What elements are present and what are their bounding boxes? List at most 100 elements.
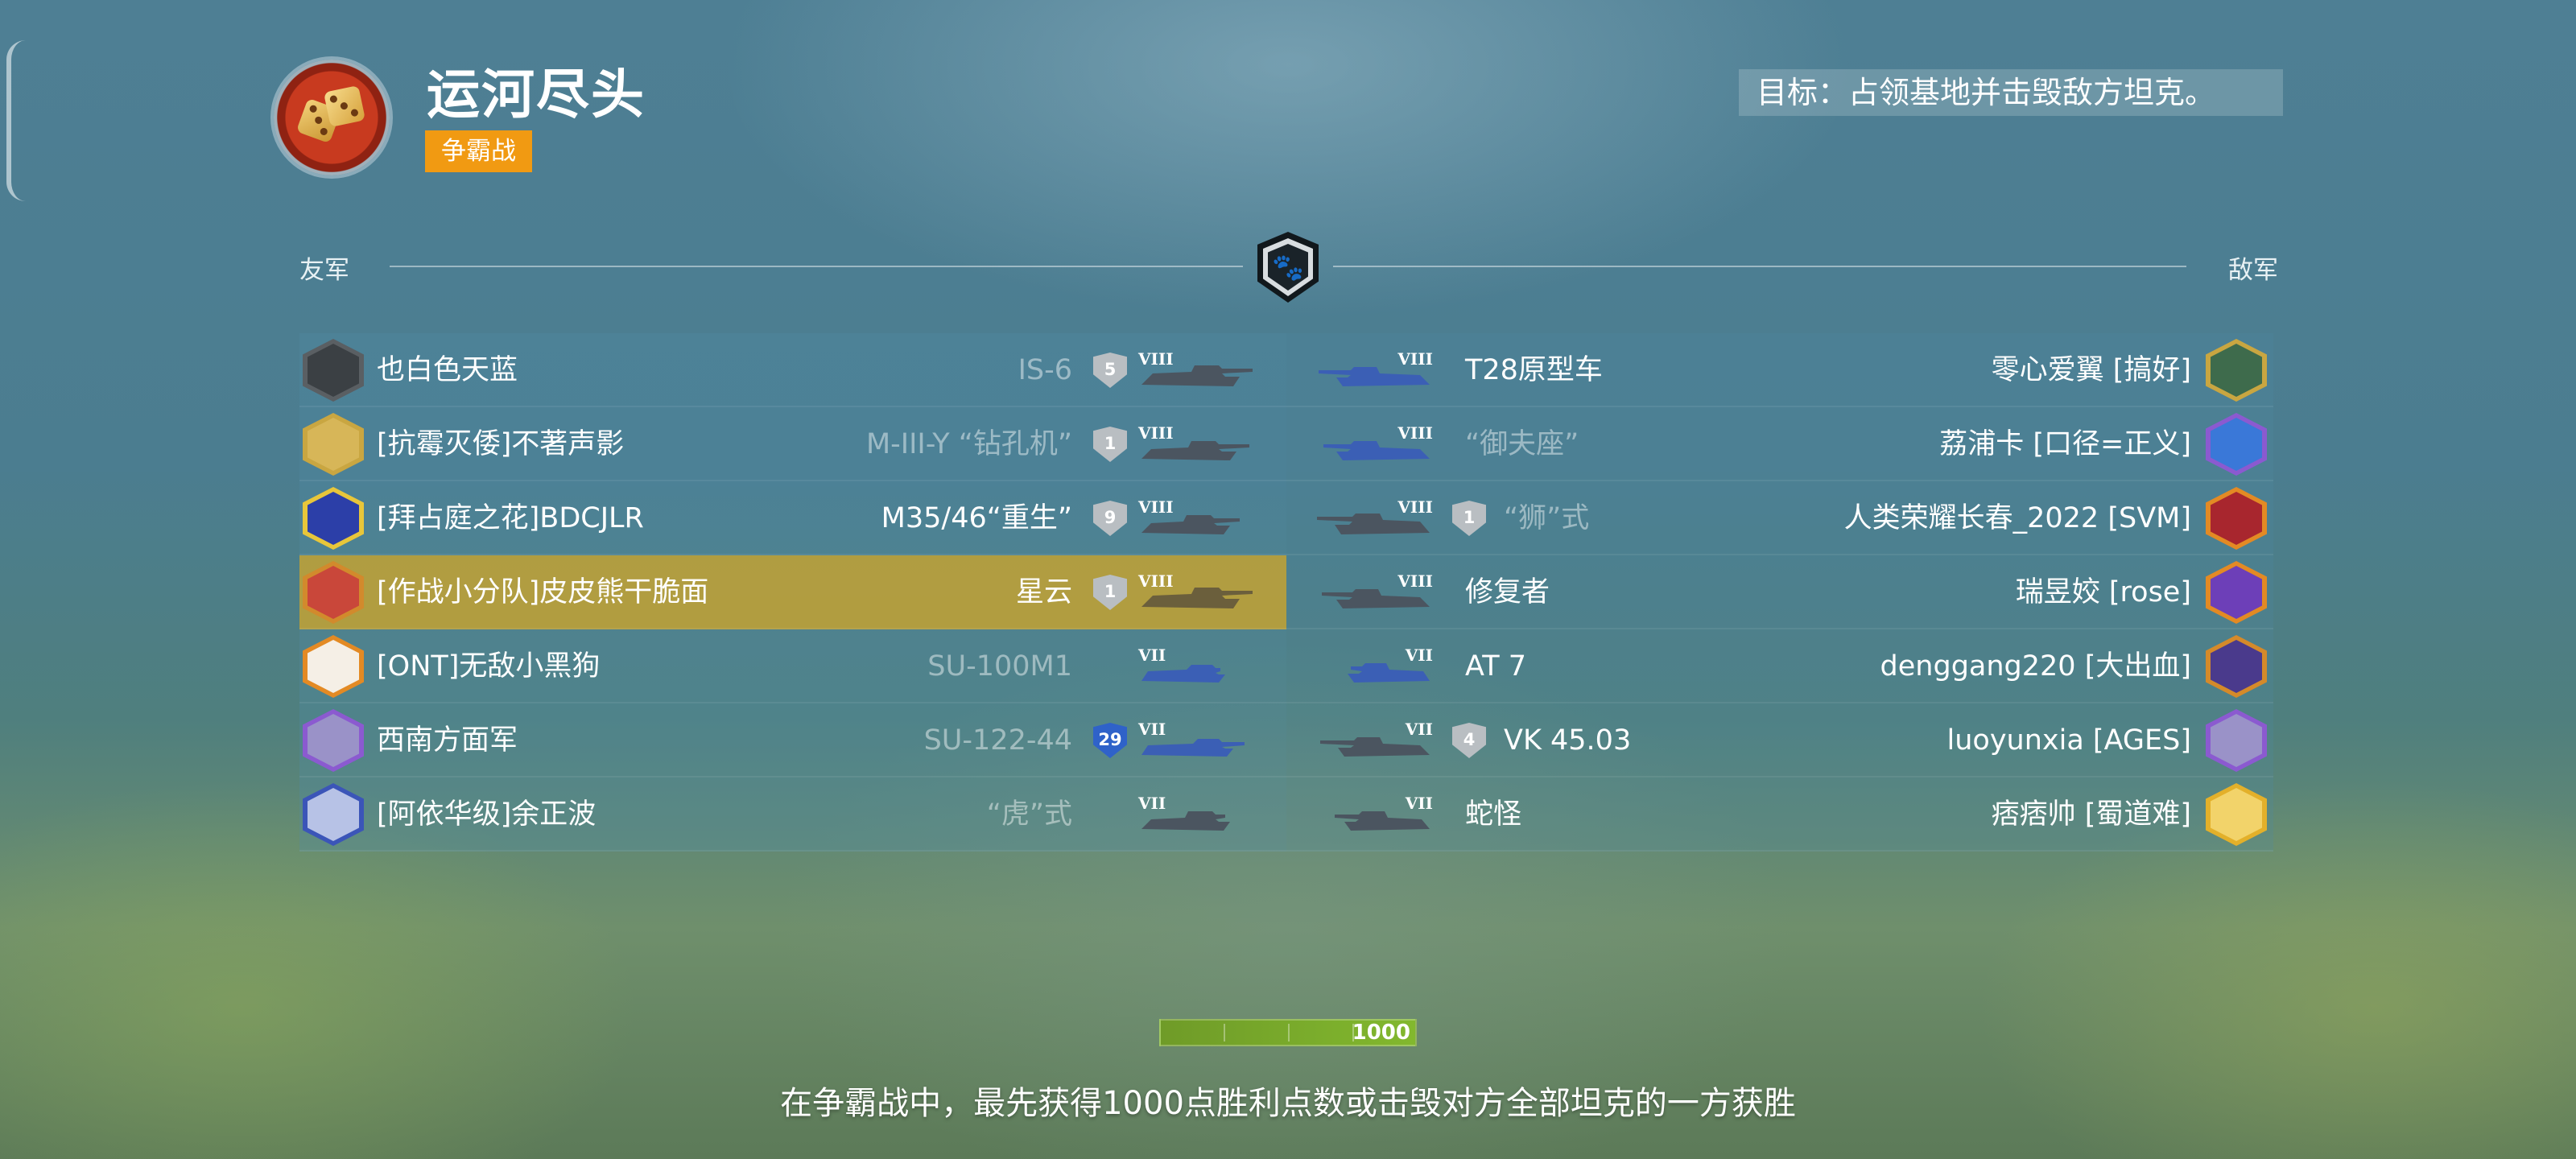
tank-name: IS-6 [1018, 354, 1072, 386]
victory-points-bar: 1000 [1159, 1019, 1417, 1046]
player-avatar [2206, 487, 2267, 550]
tank-name: M35/46“重生” [881, 502, 1072, 534]
tier-label: VIII [1397, 349, 1433, 369]
divider-right [1333, 266, 2186, 267]
tank-silhouette-icon: VIII [1135, 571, 1256, 613]
tank-name: 星云 [1015, 576, 1072, 608]
tank-silhouette-icon: VIII [1315, 497, 1436, 539]
dice-icon [274, 60, 390, 175]
player-name: 西南方面军 [377, 724, 518, 757]
player-name: 荔浦卡 [口径=正义] [1939, 428, 2191, 460]
mastery-badge: 9 [1093, 501, 1127, 536]
player-name: luoyunxia [AGES] [1946, 724, 2192, 757]
tier-label: VII [1138, 720, 1166, 739]
tank-name: VK 45.03 [1504, 724, 1632, 757]
map-title: 运河尽头 [427, 64, 646, 126]
tank-name: M-III-Y “钻孔机” [865, 428, 1072, 460]
tank-name: 蛇怪 [1465, 798, 1522, 831]
tank-name: “虎”式 [986, 798, 1072, 831]
tier-label: VII [1405, 794, 1433, 813]
tier-label: VIII [1138, 497, 1174, 517]
tier-label: VII [1138, 794, 1166, 813]
enemy-row[interactable]: VIII T28原型车 零心爱翼 [搞好] [1286, 333, 2273, 407]
player-avatar [2206, 561, 2267, 624]
mastery-badge: 29 [1093, 723, 1127, 758]
side-drawer-handle[interactable] [6, 40, 29, 201]
player-name: 零心爱翼 [搞好] [1991, 354, 2191, 386]
enemy-row[interactable]: VII 蛇怪 痞痞帅 [蜀道难] [1286, 777, 2273, 852]
paw-shield-icon: 🐾 [1257, 232, 1319, 303]
tank-name: AT 7 [1465, 650, 1526, 683]
tank-silhouette-icon: VII [1135, 645, 1256, 687]
player-name: denggang220 [大出血] [1880, 650, 2191, 683]
allies-label: 友军 [299, 256, 349, 285]
enemy-row[interactable]: VIII “御夫座” 荔浦卡 [口径=正义] [1286, 407, 2273, 481]
tank-name: SU-100M1 [927, 650, 1072, 683]
player-name: [抗霉灭倭]不著声影 [377, 428, 625, 460]
tier-label: VII [1405, 720, 1433, 739]
player-name: [ONT]无敌小黑狗 [377, 650, 601, 683]
enemy-roster: VIII T28原型车 零心爱翼 [搞好] VIII “御夫座” 荔浦卡 [口径… [1286, 333, 2273, 852]
tank-silhouette-icon: VIII [1315, 571, 1436, 613]
enemy-row[interactable]: VII 4 VK 45.03 luoyunxia [AGES] [1286, 703, 2273, 777]
mastery-badge: 1 [1093, 427, 1127, 462]
player-avatar [2206, 635, 2267, 698]
tank-silhouette-icon: VIII [1135, 349, 1256, 391]
player-avatar [303, 709, 364, 772]
allied-row[interactable]: [ONT]无敌小黑狗 SU-100M1 VII [299, 629, 1286, 703]
mastery-badge: 5 [1093, 353, 1127, 388]
player-avatar [303, 635, 364, 698]
tier-label: VIII [1138, 571, 1174, 591]
player-avatar [2206, 413, 2267, 476]
tier-label: VIII [1397, 423, 1433, 443]
allied-row[interactable]: [抗霉灭倭]不著声影 M-III-Y “钻孔机” 1 VIII [299, 407, 1286, 481]
allied-row[interactable]: [阿依华级]余正波 “虎”式 VII [299, 777, 1286, 852]
player-avatar [303, 487, 364, 550]
tank-silhouette-icon: VIII [1135, 497, 1256, 539]
player-name: 也白色天蓝 [377, 354, 518, 386]
mastery-badge: 1 [1093, 575, 1127, 610]
player-name: [作战小分队]皮皮熊干脆面 [377, 576, 709, 608]
tier-label: VIII [1397, 571, 1433, 591]
enemy-row[interactable]: VII AT 7 denggang220 [大出血] [1286, 629, 2273, 703]
tier-label: VII [1405, 645, 1433, 665]
allied-row-self[interactable]: [作战小分队]皮皮熊干脆面 星云 1 VIII [299, 555, 1286, 629]
objective-text: 目标：占领基地并击毁敌方坦克。 [1739, 69, 2283, 116]
player-avatar [303, 413, 364, 476]
player-name: 瑞昱姣 [rose] [2015, 576, 2191, 608]
mastery-badge: 1 [1452, 501, 1486, 536]
player-name: 痞痞帅 [蜀道难] [1991, 798, 2191, 831]
allied-row[interactable]: [拜占庭之花]BDCJLR M35/46“重生” 9 VIII [299, 481, 1286, 555]
mastery-badge: 4 [1452, 723, 1486, 758]
enemy-row[interactable]: VIII 1 “狮”式 人类荣耀长春_2022 [SVM] [1286, 481, 2273, 555]
tank-silhouette-icon: VII [1315, 720, 1436, 761]
tank-name: T28原型车 [1465, 354, 1603, 386]
allied-row[interactable]: 也白色天蓝 IS-6 5 VIII [299, 333, 1286, 407]
tier-label: VIII [1138, 349, 1174, 369]
tank-silhouette-icon: VIII [1315, 423, 1436, 465]
player-avatar [303, 561, 364, 624]
player-name: 人类荣耀长春_2022 [SVM] [1843, 502, 2191, 534]
tank-name: “狮”式 [1504, 502, 1590, 534]
tank-name: “御夫座” [1465, 428, 1579, 460]
tank-silhouette-icon: VII [1315, 645, 1436, 687]
tank-silhouette-icon: VII [1135, 720, 1256, 761]
player-name: [拜占庭之花]BDCJLR [377, 502, 644, 534]
enemy-row[interactable]: VIII 修复者 瑞昱姣 [rose] [1286, 555, 2273, 629]
tank-name: 修复者 [1465, 576, 1550, 608]
tank-silhouette-icon: VIII [1315, 349, 1436, 391]
tier-label: VII [1138, 645, 1166, 665]
tier-label: VIII [1397, 497, 1433, 517]
allied-row[interactable]: 西南方面军 SU-122-44 29 VII [299, 703, 1286, 777]
enemies-label: 敌军 [2228, 256, 2278, 285]
player-avatar [2206, 709, 2267, 772]
player-avatar [2206, 339, 2267, 402]
victory-points-target: 1000 [1352, 1021, 1410, 1045]
tank-silhouette-icon: VII [1315, 794, 1436, 835]
player-avatar [303, 783, 364, 846]
tank-silhouette-icon: VII [1135, 794, 1256, 835]
divider-left [390, 266, 1243, 267]
allied-roster: 也白色天蓝 IS-6 5 VIII [抗霉灭倭]不著声影 M-III-Y “钻孔… [299, 333, 1286, 852]
tank-silhouette-icon: VIII [1135, 423, 1256, 465]
tank-name: SU-122-44 [923, 724, 1072, 757]
